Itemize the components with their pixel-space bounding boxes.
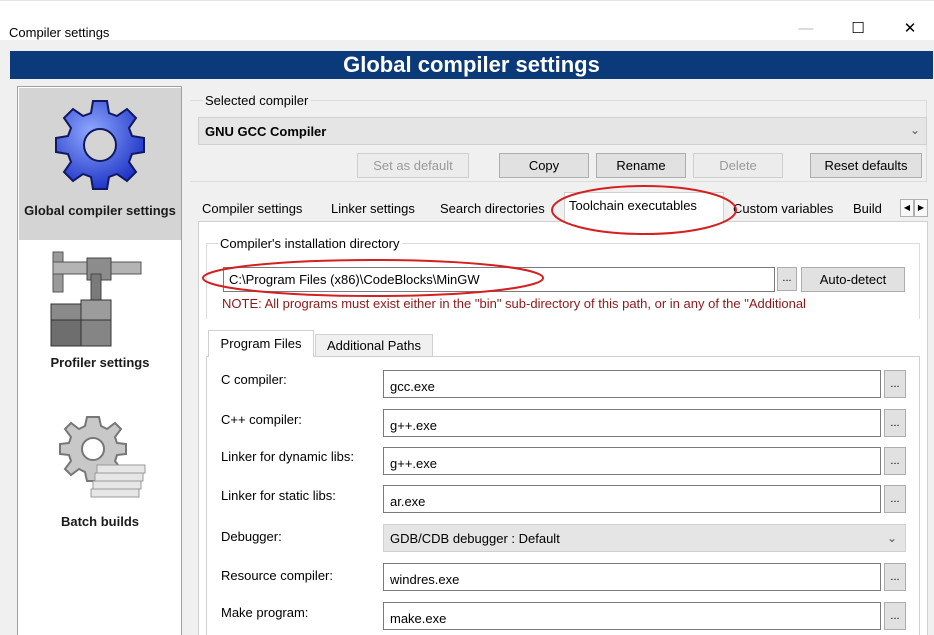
sidebar-item-batch-builds[interactable]: Batch builds [19, 403, 181, 533]
install-dir-browse-button[interactable]: ... [777, 267, 797, 291]
page-title-banner: Global compiler settings [10, 51, 933, 79]
resource-compiler-label: Resource compiler: [221, 568, 333, 583]
copy-button[interactable]: Copy [499, 153, 589, 178]
sidebar-item-label: Global compiler settings [24, 203, 176, 218]
tab-additional-paths[interactable]: Additional Paths [315, 334, 433, 356]
dynamic-linker-label: Linker for dynamic libs: [221, 449, 354, 464]
cpp-compiler-browse-button[interactable]: ... [884, 409, 906, 437]
c-compiler-label: C compiler: [221, 372, 287, 387]
tab-toolchain-executables[interactable]: Toolchain executables [564, 192, 724, 223]
debugger-label: Debugger: [221, 529, 282, 544]
static-linker-browse-button[interactable]: ... [884, 485, 906, 513]
install-dir-label: Compiler's installation directory [218, 236, 402, 251]
cpp-compiler-label: C++ compiler: [221, 412, 302, 427]
window-title: Compiler settings [9, 25, 110, 40]
install-dir-value: C:\Program Files (x86)\CodeBlocks\MinGW [229, 272, 480, 287]
tab-program-files[interactable]: Program Files [208, 330, 314, 357]
selected-compiler-label: Selected compiler [203, 93, 311, 108]
tab-build[interactable]: Build [849, 196, 897, 222]
rename-button[interactable]: Rename [596, 153, 686, 178]
tab-scroll-left-icon[interactable]: ◀ [900, 199, 914, 217]
chevron-down-icon: ⌄ [886, 531, 897, 545]
set-as-default-button[interactable]: Set as default [357, 153, 469, 178]
sidebar-item-label: Profiler settings [50, 355, 150, 370]
minimize-icon[interactable]: — [786, 18, 826, 40]
sidebar-item-profiler[interactable]: Profiler settings [19, 240, 181, 370]
dynamic-linker-field[interactable]: g++.exe [383, 447, 881, 475]
static-linker-label: Linker for static libs: [221, 488, 336, 503]
debugger-dropdown[interactable]: GDB/CDB debugger : Default ⌄ [383, 524, 906, 552]
tab-scroll-right-icon[interactable]: ▶ [914, 199, 928, 217]
make-program-label: Make program: [221, 605, 309, 620]
maximize-icon[interactable]: ☐ [838, 18, 878, 40]
make-program-field[interactable]: make.exe [383, 602, 881, 630]
dynamic-linker-browse-button[interactable]: ... [884, 447, 906, 475]
static-linker-value: ar.exe [390, 494, 426, 509]
settings-sidebar: Global compiler settings Profiler settin… [17, 86, 182, 635]
dynamic-linker-value: g++.exe [390, 456, 437, 471]
compiler-dropdown-value: GNU GCC Compiler [205, 124, 327, 139]
resource-compiler-field[interactable]: windres.exe [383, 563, 881, 591]
static-linker-field[interactable]: ar.exe [383, 485, 881, 513]
gear-stack-icon [59, 416, 146, 498]
c-compiler-value: gcc.exe [390, 379, 435, 394]
resource-compiler-browse-button[interactable]: ... [884, 563, 906, 591]
install-dir-note: NOTE: All programs must exist either in … [222, 296, 806, 311]
tab-search-directories[interactable]: Search directories [436, 196, 558, 222]
gear-icon [55, 100, 145, 190]
compiler-dropdown[interactable]: GNU GCC Compiler ⌄ [198, 117, 927, 145]
install-dir-input[interactable]: C:\Program Files (x86)\CodeBlocks\MinGW [223, 267, 775, 292]
caliper-icon [50, 251, 142, 347]
make-program-value: make.exe [390, 611, 447, 626]
debugger-value: GDB/CDB debugger : Default [390, 531, 560, 546]
cpp-compiler-field[interactable]: g++.exe [383, 409, 881, 437]
tab-linker-settings[interactable]: Linker settings [327, 196, 430, 222]
sidebar-item-label: Batch builds [60, 514, 139, 529]
make-program-browse-button[interactable]: ... [884, 602, 906, 630]
resource-compiler-value: windres.exe [390, 572, 460, 587]
cpp-compiler-value: g++.exe [390, 418, 437, 433]
auto-detect-button[interactable]: Auto-detect [801, 267, 905, 292]
title-bar: Compiler settings — ☐ ✕ [0, 0, 934, 40]
c-compiler-browse-button[interactable]: ... [884, 370, 906, 398]
delete-button[interactable]: Delete [693, 153, 783, 178]
close-icon[interactable]: ✕ [890, 18, 930, 40]
reset-defaults-button[interactable]: Reset defaults [810, 153, 922, 178]
c-compiler-field[interactable]: gcc.exe [383, 370, 881, 398]
tab-custom-variables[interactable]: Custom variables [729, 196, 847, 222]
tab-compiler-settings[interactable]: Compiler settings [198, 196, 323, 222]
sidebar-item-global-compiler[interactable]: Global compiler settings [19, 88, 181, 240]
chevron-down-icon: ⌄ [909, 123, 920, 137]
